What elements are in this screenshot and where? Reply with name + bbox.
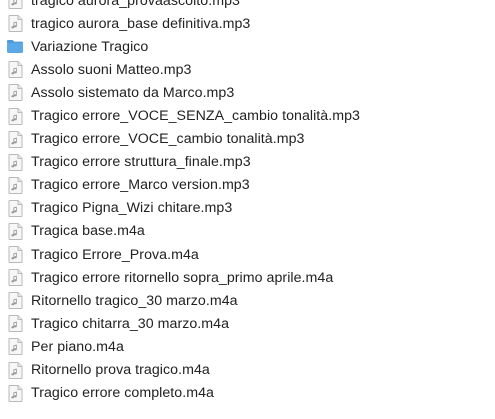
- folder-icon: [6, 38, 24, 56]
- file-name: Tragico errore_Marco version.mp3: [31, 177, 250, 194]
- audio-file-icon: [6, 246, 24, 264]
- file-row[interactable]: tragico aurora_base definitiva.mp3: [0, 12, 495, 35]
- file-name: Tragico errore ritornello sopra_primo ap…: [31, 269, 334, 286]
- file-row[interactable]: Assolo suoni Matteo.mp3: [0, 58, 495, 81]
- file-row[interactable]: Tragico Pigna_Wizi chitare.mp3: [0, 197, 495, 220]
- file-name: Variazione Tragico: [31, 38, 149, 55]
- audio-file-icon: [6, 269, 24, 287]
- file-row[interactable]: Ritornello prova tragico.m4a: [0, 359, 495, 382]
- file-row[interactable]: Ritornello tragico_30 marzo.m4a: [0, 289, 495, 312]
- file-row[interactable]: Tragico errore completo.m4a: [0, 382, 495, 405]
- file-name: Tragico errore_VOCE_cambio tonalità.mp3: [31, 131, 305, 148]
- audio-file-icon: [6, 338, 24, 356]
- file-name: Ritornello tragico_30 marzo.m4a: [31, 292, 238, 309]
- audio-file-icon: [6, 130, 24, 148]
- audio-file-icon: [6, 61, 24, 79]
- file-name: Tragico chitarra_30 marzo.m4a: [31, 315, 230, 332]
- audio-file-icon: [6, 384, 24, 402]
- file-name: Tragico errore struttura_finale.mp3: [31, 154, 251, 171]
- audio-file-icon: [6, 361, 24, 379]
- file-list: tragico aurora_provaascolto.mp3 tragico …: [0, 0, 495, 419]
- audio-file-icon: [6, 199, 24, 217]
- file-row[interactable]: Tragico chitarra_30 marzo.m4a: [0, 312, 495, 335]
- audio-file-icon: [6, 107, 24, 125]
- file-name: Tragico Errore_Prova.m4a: [31, 246, 199, 263]
- file-name: Ritornello prova tragico.m4a: [31, 362, 210, 379]
- file-name: Tragico errore completo.m4a: [31, 385, 214, 402]
- audio-file-icon: [6, 315, 24, 333]
- file-row[interactable]: Tragico errore struttura_finale.mp3: [0, 151, 495, 174]
- audio-file-icon: [6, 222, 24, 240]
- file-row[interactable]: Tragico Errore_Prova.m4a: [0, 243, 495, 266]
- file-row[interactable]: Tragico errore_VOCE_cambio tonalità.mp3: [0, 128, 495, 151]
- audio-file-icon: [6, 84, 24, 102]
- file-name: Assolo sistemato da Marco.mp3: [31, 84, 235, 101]
- file-name: Tragica base.m4a: [31, 223, 145, 240]
- audio-file-icon: [6, 292, 24, 310]
- file-name: tragico aurora_provaascolto.mp3: [31, 0, 240, 9]
- file-row[interactable]: tragico aurora_provaascolto.mp3: [0, 0, 495, 12]
- audio-file-icon: [6, 153, 24, 171]
- file-row[interactable]: Tragico errore_Marco version.mp3: [0, 174, 495, 197]
- file-name: Per piano.m4a: [31, 338, 124, 355]
- file-row[interactable]: Per piano.m4a: [0, 335, 495, 358]
- file-row[interactable]: Assolo sistemato da Marco.mp3: [0, 81, 495, 104]
- audio-file-icon: [6, 0, 24, 10]
- audio-file-icon: [6, 15, 24, 33]
- file-row[interactable]: Tragico errore ritornello sopra_primo ap…: [0, 266, 495, 289]
- file-name: Tragico errore_VOCE_SENZA_cambio tonalit…: [31, 108, 360, 125]
- audio-file-icon: [6, 176, 24, 194]
- file-name: Tragico Pigna_Wizi chitare.mp3: [31, 200, 233, 217]
- file-name: tragico aurora_base definitiva.mp3: [31, 15, 251, 32]
- folder-row[interactable]: Variazione Tragico: [0, 35, 495, 58]
- file-name: Assolo suoni Matteo.mp3: [31, 61, 192, 78]
- file-row[interactable]: Tragico errore_VOCE_SENZA_cambio tonalit…: [0, 104, 495, 127]
- file-row[interactable]: Tragica base.m4a: [0, 220, 495, 243]
